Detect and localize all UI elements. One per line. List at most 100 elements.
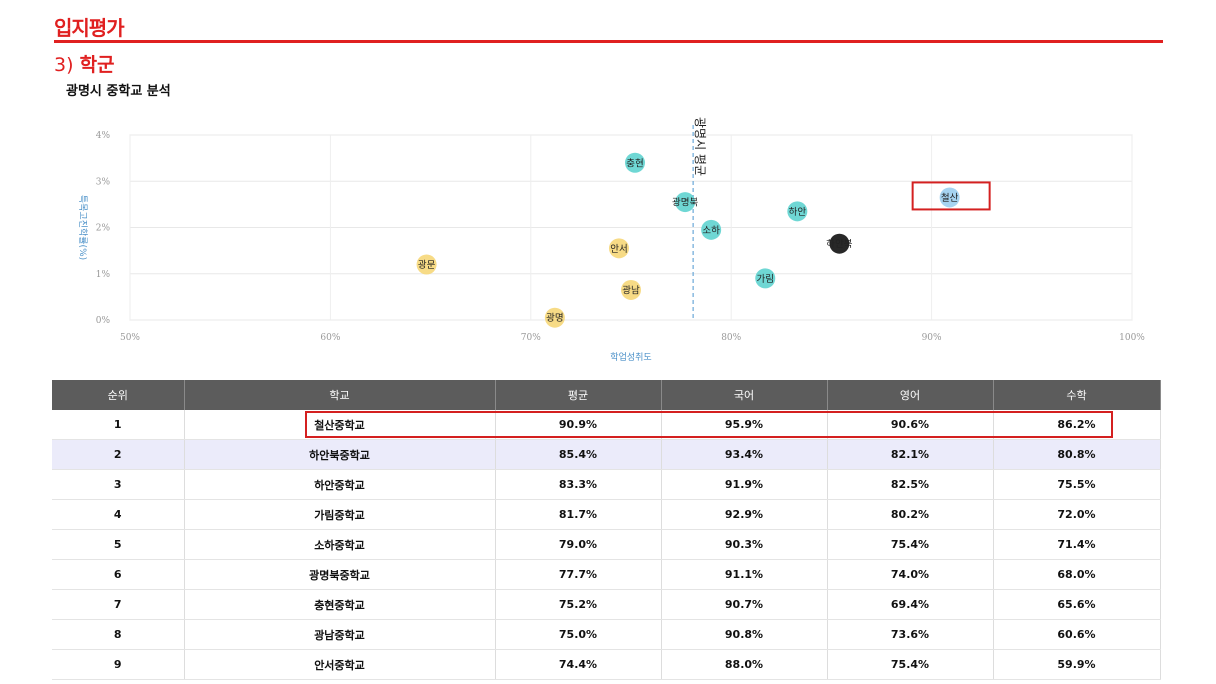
- y-tick-label: 4%: [96, 131, 111, 141]
- x-axis-ticks: 50% 60% 70% 80% 90% 100%: [120, 333, 1145, 343]
- point-label: 하안북: [826, 238, 852, 250]
- cell-english: 75.4%: [827, 529, 994, 560]
- section-number: 3): [54, 54, 74, 76]
- chart-title: 광명시 중학교 분석: [66, 84, 171, 99]
- cell-school: 하안중학교: [184, 469, 496, 500]
- y-tick-label: 3%: [96, 177, 111, 187]
- page-title: 입지평가: [54, 16, 125, 40]
- point-label: 광명: [546, 312, 563, 324]
- cell-school: 안서중학교: [184, 649, 496, 680]
- y-axis-label: 특목고진학률(%): [77, 195, 88, 260]
- ranking-table: 순위 학교 평균 국어 영어 수학 1 철산중학교 90.9% 95.9% 90…: [52, 380, 1161, 680]
- chart-points: 충현광명북소하 하안가림 하안북 철산광문 안서광남광명: [416, 152, 960, 328]
- cell-korean: 92.9%: [661, 499, 828, 530]
- cell-math: 86.2%: [993, 410, 1161, 440]
- header-rank: 순위: [52, 380, 185, 410]
- x-tick-label: 70%: [521, 333, 541, 343]
- cell-rank: 2: [52, 439, 185, 470]
- cell-english: 82.5%: [827, 469, 994, 500]
- header-english: 영어: [827, 380, 994, 410]
- point-label: 충현: [626, 158, 643, 169]
- x-tick-label: 90%: [922, 333, 942, 343]
- header-korean: 국어: [661, 380, 828, 410]
- cell-average: 81.7%: [495, 499, 662, 530]
- cell-average: 90.9%: [495, 410, 662, 440]
- cell-korean: 95.9%: [661, 410, 828, 440]
- cell-english: 80.2%: [827, 499, 994, 530]
- cell-rank: 1: [52, 410, 185, 440]
- cell-rank: 6: [52, 559, 185, 590]
- point-label: 안서: [610, 244, 627, 255]
- cell-english: 73.6%: [827, 619, 994, 650]
- x-tick-label: 50%: [120, 333, 140, 343]
- cell-math: 75.5%: [993, 469, 1161, 500]
- point-label: 하안: [789, 206, 807, 218]
- data-point: 광문: [416, 254, 437, 275]
- cell-english: 74.0%: [827, 559, 994, 590]
- point-label: 광명북: [672, 197, 698, 209]
- data-point: 광명: [544, 307, 565, 328]
- table-header-row: 순위 학교 평균 국어 영어 수학: [52, 380, 1161, 410]
- cell-korean: 90.3%: [661, 529, 828, 560]
- title-divider: [54, 40, 1163, 43]
- data-point: 광남: [621, 279, 641, 300]
- cell-english: 75.4%: [827, 649, 994, 680]
- cell-math: 71.4%: [993, 529, 1161, 560]
- y-tick-label: 0%: [96, 316, 111, 326]
- header-math: 수학: [993, 380, 1161, 410]
- table-row: 1 철산중학교 90.9% 95.9% 90.6% 86.2%: [52, 410, 1161, 440]
- point-label: 가림: [757, 273, 774, 285]
- cell-school: 하안북중학교: [184, 439, 496, 470]
- cell-rank: 5: [52, 529, 185, 560]
- cell-math: 72.0%: [993, 499, 1161, 530]
- data-point: 충현: [625, 152, 646, 173]
- cell-average: 83.3%: [495, 469, 662, 500]
- average-reference-label: 광명시 평균: [693, 117, 707, 176]
- cell-rank: 4: [52, 499, 185, 530]
- cell-korean: 91.1%: [661, 559, 828, 590]
- data-point: 안서: [608, 238, 629, 259]
- cell-korean: 90.7%: [661, 589, 828, 620]
- table-row: 6 광명북중학교 77.7% 91.1% 74.0% 68.0%: [52, 559, 1161, 590]
- cell-rank: 3: [52, 469, 185, 500]
- cell-rank: 7: [52, 589, 185, 620]
- scatter-chart: 0% 1% 2% 3% 4% 50% 60% 70% 80% 90% 100% 광명시 평균 충현…: [77, 117, 1145, 363]
- data-point: 철산: [939, 187, 960, 208]
- y-tick-label: 1%: [96, 270, 111, 280]
- x-tick-label: 60%: [320, 333, 340, 343]
- cell-korean: 88.0%: [661, 649, 828, 680]
- header-school: 학교: [184, 380, 496, 410]
- data-point: 광명북: [672, 192, 698, 213]
- x-axis-label: 학업성취도: [610, 352, 651, 363]
- x-tick-label: 80%: [721, 333, 741, 343]
- cell-average: 75.2%: [495, 589, 662, 620]
- point-label: 소하: [702, 224, 720, 236]
- cell-english: 69.4%: [827, 589, 994, 620]
- section-title: 3) 학군: [54, 50, 115, 77]
- cell-average: 77.7%: [495, 559, 662, 590]
- table-row: 9 안서중학교 74.4% 88.0% 75.4% 59.9%: [52, 649, 1161, 680]
- cell-school: 철산중학교: [184, 410, 496, 440]
- header-average: 평균: [495, 380, 662, 410]
- cell-korean: 90.8%: [661, 619, 828, 650]
- cell-math: 59.9%: [993, 649, 1161, 680]
- y-axis-ticks: 0% 1% 2% 3% 4%: [96, 131, 111, 326]
- table-row: 5 소하중학교 79.0% 90.3% 75.4% 71.4%: [52, 529, 1161, 560]
- table-row: 8 광남중학교 75.0% 90.8% 73.6% 60.6%: [52, 619, 1161, 650]
- section-name: 학군: [79, 54, 115, 76]
- cell-school: 가림중학교: [184, 499, 496, 530]
- data-point: 하안북: [826, 233, 853, 254]
- table-row: 7 충현중학교 75.2% 90.7% 69.4% 65.6%: [52, 589, 1161, 620]
- cell-average: 75.0%: [495, 619, 662, 650]
- point-label: 철산: [941, 193, 959, 204]
- y-tick-label: 2%: [96, 224, 111, 234]
- cell-english: 90.6%: [827, 410, 994, 440]
- data-point: 소하: [701, 219, 722, 240]
- point-label: 광남: [622, 284, 640, 296]
- cell-school: 충현중학교: [184, 589, 496, 620]
- cell-rank: 9: [52, 649, 185, 680]
- table-row: 2 하안북중학교 85.4% 93.4% 82.1% 80.8%: [52, 439, 1161, 470]
- cell-rank: 8: [52, 619, 185, 650]
- cell-school: 광명북중학교: [184, 559, 496, 590]
- cell-korean: 93.4%: [661, 439, 828, 470]
